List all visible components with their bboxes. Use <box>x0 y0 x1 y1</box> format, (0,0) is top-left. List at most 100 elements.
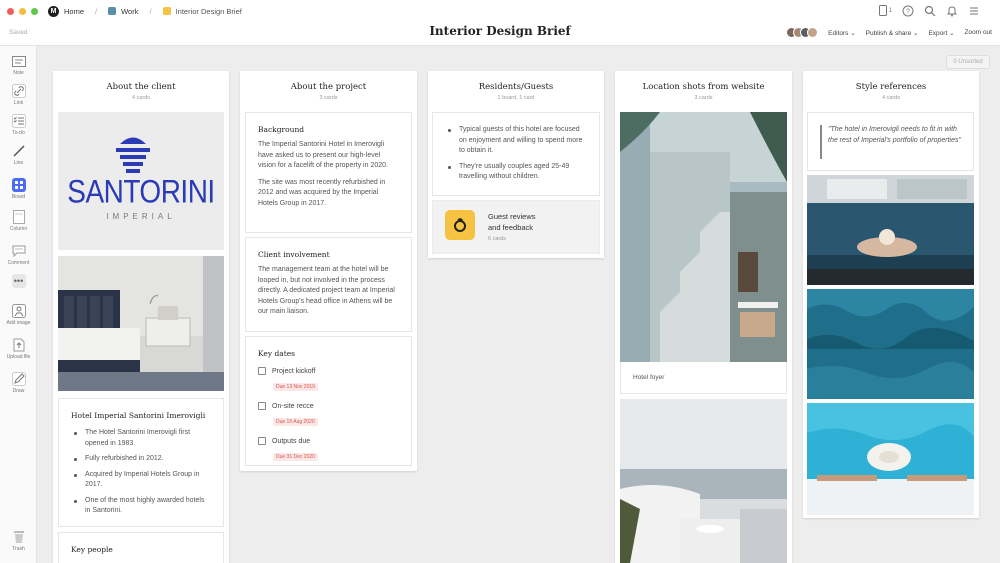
tool-note[interactable]: Note <box>0 54 37 76</box>
upload-icon <box>12 338 26 352</box>
guest-profile-list: Typical guests of this hotel are focused… <box>445 125 587 183</box>
column-title[interactable]: Location shots from website <box>615 82 792 92</box>
pencil-icon <box>11 372 26 386</box>
tool-link[interactable]: Link <box>0 84 37 106</box>
close-window-button[interactable] <box>7 7 14 15</box>
bedroom-photo[interactable] <box>58 256 224 391</box>
column-style-references[interactable]: Style references 4 cards "The hotel in I… <box>803 71 979 518</box>
tool-board[interactable]: Board <box>0 178 37 200</box>
tool-comment[interactable]: Comment <box>0 244 37 266</box>
board-title: Guest reviews <box>488 212 536 221</box>
tool-column[interactable]: Column <box>0 210 37 232</box>
quote-card[interactable]: "The hotel in Imerovigli needs to fit in… <box>807 112 974 171</box>
menu-icon[interactable] <box>967 4 980 17</box>
comment-icon <box>12 244 26 258</box>
staircase-photo[interactable] <box>620 112 787 362</box>
pool-hat-photo[interactable] <box>807 403 974 515</box>
header-actions: Editors ⌄ Publish & share ⌄ Export ⌄ Zoo… <box>786 27 992 38</box>
todo-label[interactable]: On-site recce <box>272 403 314 410</box>
due-date-badge[interactable]: Due 15 Aug 2020 <box>273 418 318 426</box>
bell-icon[interactable] <box>945 4 958 17</box>
list-item: One of the most highly awarded hotels in… <box>71 496 211 517</box>
export-button[interactable]: Export ⌄ <box>928 29 954 37</box>
column-about-the-client[interactable]: About the client 4 cards SANTORINI IMPER… <box>53 71 229 563</box>
card-title: Background <box>258 125 305 134</box>
column-title[interactable]: About the project <box>240 82 417 92</box>
todo-item: Outputs due Due 31 Dec 2020 <box>246 437 411 463</box>
column-count: 3 cards <box>319 95 338 101</box>
editors-button[interactable]: Editors ⌄ <box>828 29 856 37</box>
card-text: The site was most recently refurbished i… <box>258 178 386 207</box>
image-icon <box>11 304 26 318</box>
tool-more[interactable]: ••• <box>0 274 37 288</box>
column-residents-guests[interactable]: Residents/Guests 1 board, 1 card Typical… <box>428 71 604 258</box>
breadcrumb-work[interactable]: Work <box>121 7 138 16</box>
more-icon: ••• <box>11 274 26 288</box>
editor-avatars[interactable] <box>786 27 819 38</box>
tool-line[interactable]: Line <box>0 144 37 166</box>
top-icons: 1 ? <box>878 4 980 17</box>
link-icon <box>11 84 26 98</box>
column-title[interactable]: Style references <box>803 82 979 92</box>
board-tool-icon <box>11 178 26 192</box>
milanote-logo[interactable]: M <box>48 5 59 17</box>
guest-reviews-board[interactable]: Guest reviews and feedback 6 cards <box>432 200 600 254</box>
tool-trash[interactable]: Trash <box>0 530 37 552</box>
guest-profile-card[interactable]: Typical guests of this hotel are focused… <box>432 112 600 196</box>
client-involvement-card[interactable]: Client involvement The management team a… <box>245 237 412 332</box>
seaview-terrace-photo[interactable] <box>620 399 787 563</box>
checklist-icon <box>11 114 26 128</box>
todo-item: On-site recce Due 15 Aug 2020 <box>246 402 411 428</box>
card-title: Key dates <box>258 349 296 358</box>
search-icon[interactable] <box>923 4 936 17</box>
help-icon[interactable]: ? <box>901 4 914 17</box>
list-item: Acquired by Imperial Hotels Group in 201… <box>71 470 211 491</box>
tool-add-image[interactable]: Add image <box>0 304 37 326</box>
due-date-badge[interactable]: Due 31 Dec 2020 <box>273 453 318 461</box>
hotel-info-card[interactable]: Hotel Imperial Santorini Imerovigli The … <box>58 398 224 527</box>
column-about-the-project[interactable]: About the project 3 cards Background The… <box>240 71 417 471</box>
checkbox[interactable] <box>258 437 266 445</box>
tool-upload-file[interactable]: Upload file <box>0 338 37 360</box>
image-caption: Hotel foyer <box>633 374 665 381</box>
due-date-badge[interactable]: Due 13 Nov 2019 <box>273 383 318 391</box>
card-title: Client involvement <box>258 250 330 259</box>
quote-text: "The hotel in Imerovigli needs to fit in… <box>828 126 961 144</box>
unsorted-button[interactable]: 0 Unsorted <box>946 55 990 69</box>
todo-label[interactable]: Project kickoff <box>272 368 315 375</box>
quote-bar <box>820 125 822 159</box>
tool-draw[interactable]: Draw <box>0 372 37 394</box>
todo-label[interactable]: Outputs due <box>272 438 310 445</box>
pool-water-photo[interactable] <box>807 289 974 399</box>
maximize-window-button[interactable] <box>31 7 38 15</box>
chevron-down-icon: ⌄ <box>850 29 856 37</box>
list-item: They're usually couples aged 25-49 trave… <box>445 162 587 183</box>
work-board-icon <box>108 7 117 15</box>
background-card[interactable]: Background The Imperial Santorini Hotel … <box>245 112 412 233</box>
device-icon[interactable]: 1 <box>878 4 892 17</box>
logo-sub: IMPERIAL <box>106 212 176 221</box>
column-title[interactable]: Residents/Guests <box>428 82 604 92</box>
image-caption-card[interactable]: Hotel foyer <box>620 362 787 394</box>
column-location-shots[interactable]: Location shots from website 3 cards Hote… <box>615 71 792 563</box>
column-icon <box>12 210 26 224</box>
minimize-window-button[interactable] <box>19 7 26 15</box>
breadcrumb: Home / Work / Interior Design Brief <box>64 6 242 16</box>
guest-reviews-board-icon <box>445 210 475 240</box>
list-item: Fully refurbished in 2012. <box>71 454 211 465</box>
santorini-logo-card[interactable]: SANTORINI IMPERIAL <box>58 112 224 250</box>
column-title[interactable]: About the client <box>53 82 229 92</box>
key-people-card[interactable]: Key people <box>58 532 224 563</box>
key-dates-card[interactable]: Key dates Project kickoff Due 13 Nov 201… <box>245 336 412 466</box>
breadcrumb-board[interactable]: Interior Design Brief <box>176 7 242 16</box>
publish-share-button[interactable]: Publish & share ⌄ <box>866 29 919 37</box>
breadcrumb-home[interactable]: Home <box>64 7 84 16</box>
checkbox[interactable] <box>258 367 266 375</box>
pool-lounger-photo[interactable] <box>807 175 974 285</box>
avatar <box>807 27 819 38</box>
zoom-out-button[interactable]: Zoom out <box>965 29 992 36</box>
tool-todo[interactable]: To-do <box>0 114 37 136</box>
board-icon <box>162 7 171 15</box>
checkbox[interactable] <box>258 402 266 410</box>
top-bar: M Home / Work / Interior Design Brief 1 … <box>0 0 1000 22</box>
